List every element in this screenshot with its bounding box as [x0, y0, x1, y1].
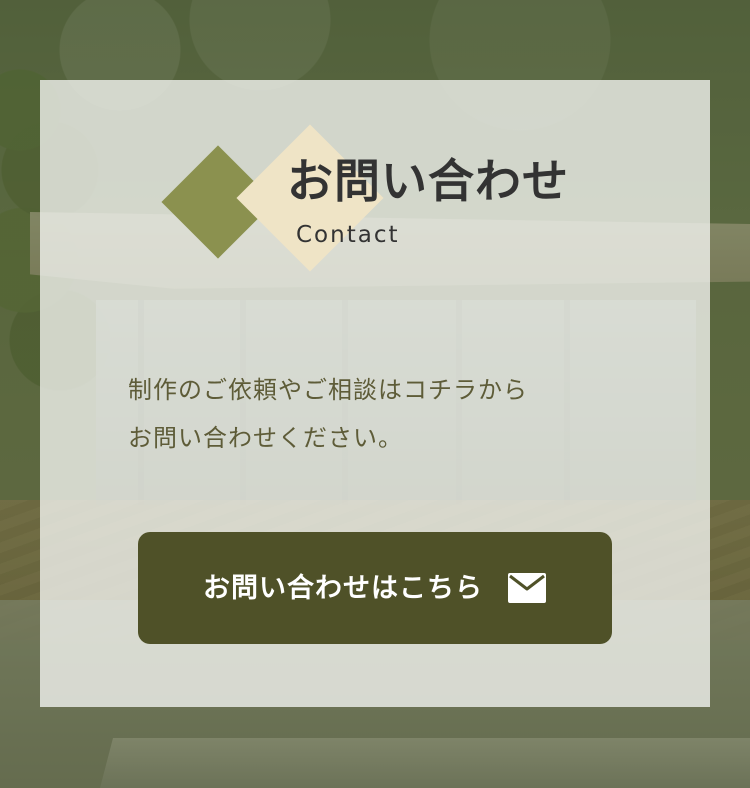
contact-section: お問い合わせ Contact 制作のご依頼やご相談はコチラから お問い合わせくだ… — [0, 0, 750, 788]
mail-icon — [507, 572, 547, 604]
page-subtitle: Contact — [296, 222, 400, 248]
section-heading: お問い合わせ Contact — [161, 124, 592, 278]
page-title: お問い合わせ — [287, 154, 569, 208]
description-line-2: お問い合わせください。 — [128, 424, 403, 452]
contact-button-label: お問い合わせはこちら — [203, 572, 483, 604]
contact-description: 制作のご依頼やご相談はコチラから お問い合わせください。 — [128, 366, 628, 462]
description-line-1: 制作のご依頼やご相談はコチラから — [128, 376, 528, 404]
contact-button[interactable]: お問い合わせはこちら — [138, 532, 612, 644]
